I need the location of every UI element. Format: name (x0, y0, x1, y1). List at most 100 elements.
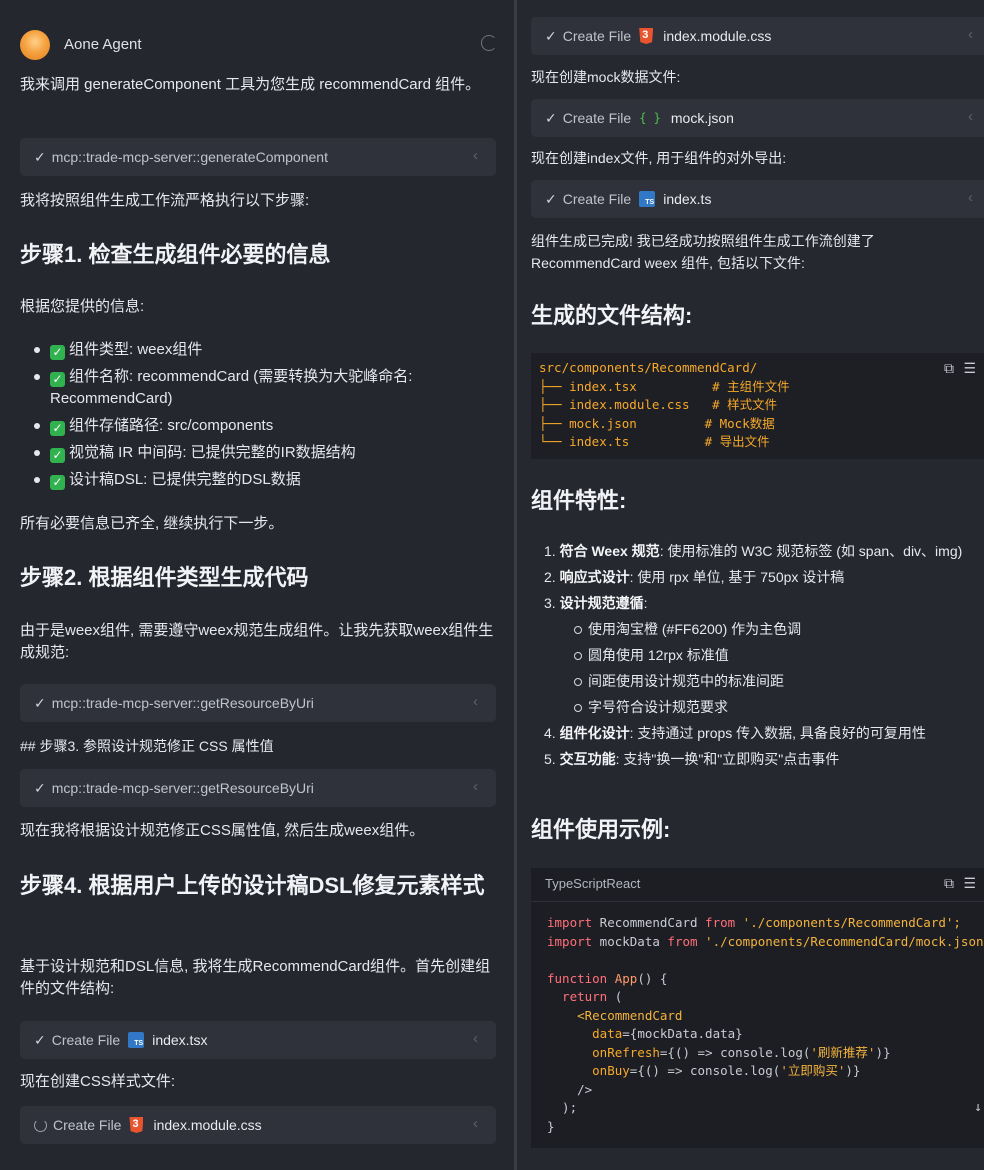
sub-list-item: 使用淘宝橙 (#FF6200) 作为主色调 (544, 618, 984, 640)
left-chat-panel: Aone Agent 我来调用 generateComponent 工具为您生成… (0, 0, 514, 1170)
create-file-index-module-css[interactable]: ✓ Create File index.module.css ‹ (531, 17, 984, 55)
check-icon: ✓ (34, 148, 46, 165)
code-line: import mockData from './components/Recom… (547, 933, 984, 949)
list-item: ✓ 组件类型: weex组件 (20, 339, 490, 361)
check-icon: ✓ (34, 779, 46, 796)
file-structure-heading: 生成的文件结构: (531, 303, 693, 328)
check-icon: ✓ (34, 694, 46, 711)
list-item: 3. 设计规范遵循: 使用淘宝橙 (#FF6200) 作为主色调 圆角使用 12… (544, 592, 984, 718)
css-file-icon (129, 1117, 144, 1133)
file-name: mock.json (670, 110, 734, 126)
create-index-text: 现在创建index文件, 用于组件的对外导出: (531, 150, 787, 166)
tree-line: ├── mock.json # Mock数据 (539, 415, 775, 431)
tree-line: └── index.ts # 导出文件 (539, 434, 770, 449)
intro-text: 我来调用 generateComponent 工具为您生成 recommendC… (20, 76, 481, 93)
create-file-mock-json[interactable]: ✓ Create File { } mock.json ‹ (531, 99, 984, 137)
tool-call-generate-component[interactable]: ✓ mcp::trade-mcp-server::generateCompone… (20, 138, 496, 176)
code-body: import RecommendCard from './components/… (531, 902, 984, 1136)
step2-heading: 步骤2. 根据组件类型生成代码 (20, 565, 309, 590)
completion-text: 组件生成已完成! 我已经成功按照组件生成工作流创建了 RecommendCard… (531, 233, 875, 271)
weex-spec-text: 由于是weex组件, 需要遵守weex规范生成组件。让我先获取weex组件生成规… (20, 622, 494, 661)
loading-spinner-icon (34, 1118, 47, 1132)
code-line: <RecommendCard (547, 1007, 683, 1023)
wrap-lines-icon[interactable]: ☰ (963, 876, 976, 892)
agent-avatar (20, 30, 50, 60)
list-item: ✓ 视觉稿 IR 中间码: 已提供完整的IR数据结构 (20, 442, 490, 464)
list-item: ✓ 设计稿DSL: 已提供完整的DSL数据 (20, 469, 490, 491)
create-file-index-ts[interactable]: ✓ Create File index.ts ‹ (531, 180, 984, 218)
info-complete-text: 所有必要信息已齐全, 继续执行下一步。 (20, 515, 284, 532)
code-line: return ( (547, 989, 623, 1004)
code-line: } (547, 1118, 555, 1134)
code-line: onRefresh={() => console.log('刷新推荐')} (547, 1044, 891, 1060)
list-item: 4. 组件化设计: 支持通过 props 传入数据, 具备良好的可复用性 (544, 725, 926, 741)
usage-code-block: TypeScriptReact ⧉ ☰ import RecommendCard… (531, 868, 984, 1148)
tool-call-get-resource-1[interactable]: ✓ mcp::trade-mcp-server::getResourceByUr… (20, 684, 496, 722)
tool-call-label: mcp::trade-mcp-server::getResourceByUri (51, 695, 314, 711)
chevron-left-icon[interactable]: ‹ (473, 147, 478, 164)
checkbox-checked-icon: ✓ (50, 372, 65, 387)
chevron-left-icon[interactable]: ‹ (968, 26, 973, 43)
tree-line: src/components/RecommendCard/ (539, 360, 758, 375)
plan-text: 我将按照组件生成工作流严格执行以下步骤: (20, 192, 310, 209)
list-item: 1. 符合 Weex 规范: 使用标准的 W3C 规范标签 (如 span、di… (544, 543, 963, 559)
tree-line: ├── index.module.css # 样式文件 (539, 397, 778, 412)
tool-call-label: mcp::trade-mcp-server::getResourceByUri (51, 780, 314, 796)
list-item: ✓ 组件名称: recommendCard (需要转换为大驼峰命名: Recomm… (20, 366, 490, 410)
file-name: index.module.css (153, 1117, 262, 1133)
create-mock-text: 现在创建mock数据文件: (531, 69, 681, 85)
sub-list: 使用淘宝橙 (#FF6200) 作为主色调 圆角使用 12rpx 标准值 间距使… (544, 618, 984, 718)
checkbox-checked-icon: ✓ (50, 475, 65, 490)
code-language-label: TypeScriptReact (545, 876, 641, 891)
fix-css-text: 现在我将根据设计规范修正CSS属性值, 然后生成weex组件。 (20, 822, 425, 839)
create-file-index-module-css[interactable]: Create File index.module.css ‹ (20, 1106, 496, 1144)
tool-call-get-resource-2[interactable]: ✓ mcp::trade-mcp-server::getResourceByUr… (20, 769, 496, 807)
checkbox-checked-icon: ✓ (50, 421, 65, 436)
chevron-left-icon[interactable]: ‹ (968, 189, 973, 206)
code-line: onBuy={() => console.log('立即购买')} (547, 1063, 861, 1078)
file-name: index.module.css (663, 28, 772, 44)
sub-list-item: 圆角使用 12rpx 标准值 (544, 644, 984, 666)
step1-heading: 步骤1. 检查生成组件必要的信息 (20, 242, 331, 267)
checkbox-checked-icon: ✓ (50, 345, 65, 360)
agent-name: Aone Agent (64, 36, 142, 53)
checkbox-checked-icon: ✓ (50, 448, 65, 463)
code-line: import RecommendCard from './components/… (547, 915, 961, 930)
chevron-left-icon[interactable]: ‹ (473, 778, 478, 795)
step4-heading: 步骤4. 根据用户上传的设计稿DSL修复元素样式 (20, 873, 485, 898)
list-item: 5. 交互功能: 支持"换一换"和"立即购买"点击事件 (544, 751, 840, 767)
code-line: /> (547, 1081, 593, 1097)
css-file-icon (639, 28, 654, 44)
raw-step3-text: ## 步骤3. 参照设计规范修正 CSS 属性值 (20, 738, 274, 754)
typescript-file-icon (128, 1032, 145, 1048)
chevron-left-icon[interactable]: ‹ (473, 693, 478, 710)
copy-icon[interactable]: ⧉ (944, 361, 954, 377)
code-line: function App() { (547, 970, 668, 986)
check-list: ✓ 组件类型: weex组件 ✓ 组件名称: recommendCard (需要转换… (20, 339, 490, 496)
code-line: ); (547, 1100, 578, 1115)
code-block-header: TypeScriptReact (531, 868, 984, 902)
file-name: index.ts (663, 191, 712, 207)
usage-heading: 组件使用示例: (531, 817, 671, 842)
chevron-left-icon[interactable]: ‹ (968, 108, 973, 125)
wrap-lines-icon[interactable]: ☰ (963, 361, 976, 377)
typescript-file-icon (639, 191, 656, 207)
create-file-label: Create File (53, 1117, 122, 1133)
create-file-label: Create File (562, 191, 632, 207)
check-icon: ✓ (545, 27, 557, 44)
create-file-index-tsx[interactable]: ✓ Create File index.tsx ‹ (20, 1021, 496, 1059)
create-file-label: Create File (51, 1032, 121, 1048)
check-icon: ✓ (34, 1031, 46, 1048)
scroll-down-icon[interactable]: ↓ (974, 1100, 982, 1115)
check-icon: ✓ (545, 109, 557, 126)
check-icon: ✓ (545, 190, 557, 207)
create-file-label: Create File (562, 110, 632, 126)
chevron-left-icon[interactable]: ‹ (473, 1115, 478, 1132)
chevron-left-icon[interactable]: ‹ (473, 1030, 478, 1047)
features-list: 1. 符合 Weex 规范: 使用标准的 W3C 规范标签 (如 span、di… (544, 540, 984, 774)
json-file-icon: { } (639, 111, 661, 125)
create-css-text: 现在创建CSS样式文件: (20, 1073, 176, 1090)
list-item: ✓ 组件存储路径: src/components (20, 415, 490, 437)
create-file-label: Create File (562, 28, 632, 44)
copy-icon[interactable]: ⧉ (944, 876, 954, 892)
